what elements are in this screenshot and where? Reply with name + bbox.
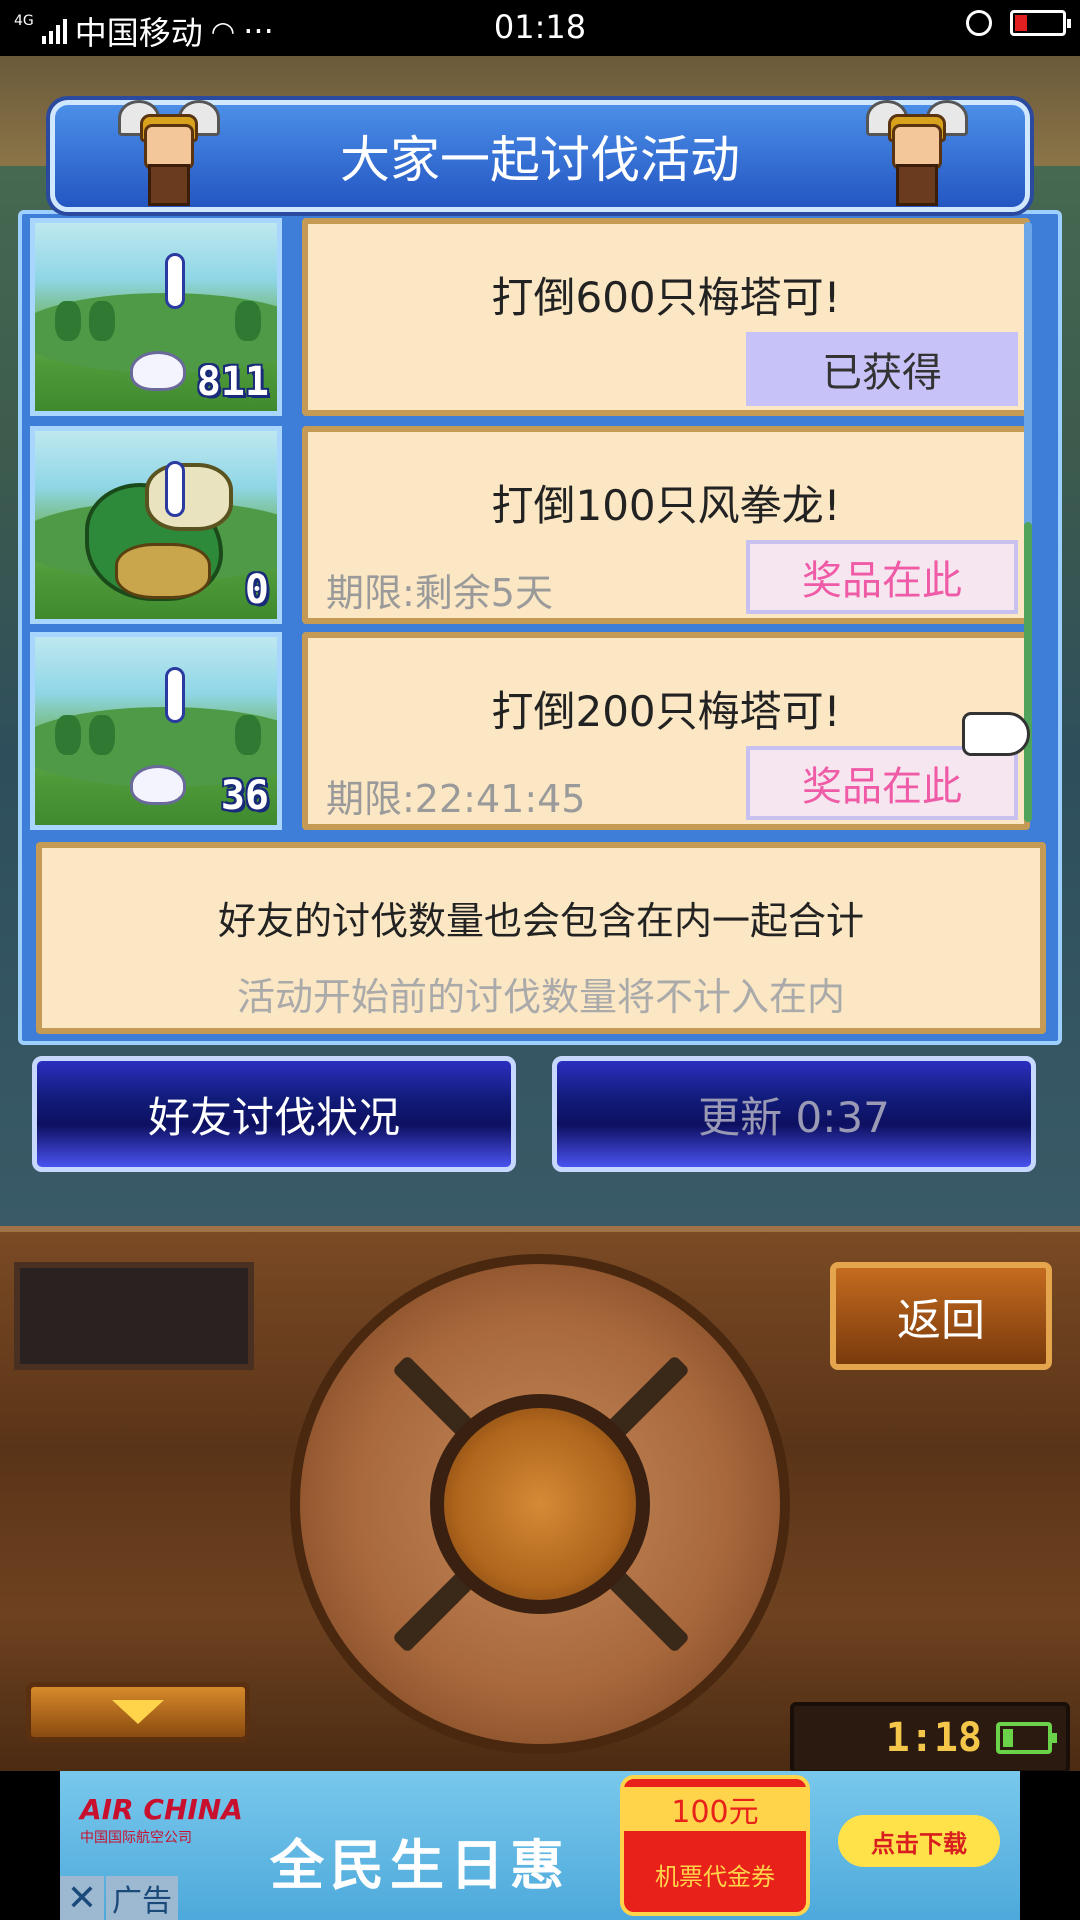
dragon-icon bbox=[75, 443, 235, 613]
friend-status-button[interactable]: 好友讨伐状况 bbox=[32, 1056, 516, 1172]
refresh-button[interactable]: 更新 0:37 bbox=[552, 1056, 1036, 1172]
claim-reward-button[interactable]: 奖品在此 bbox=[746, 540, 1018, 614]
clock-time: 1:18 bbox=[885, 1715, 982, 1761]
rabbit-icon bbox=[130, 351, 186, 391]
ad-tag: 广告 bbox=[106, 1876, 178, 1920]
note-sub-text: 活动开始前的讨伐数量将不计入在内 bbox=[236, 975, 845, 1019]
battery-icon bbox=[996, 1722, 1057, 1754]
pointing-hand-icon bbox=[962, 712, 1030, 756]
mission-card: 打倒600只梅塔可! 已获得 bbox=[302, 218, 1030, 416]
dialog-title-text: 大家一起讨伐活动 bbox=[340, 131, 740, 189]
scrollbar-thumb[interactable] bbox=[1024, 522, 1032, 822]
ad-banner[interactable]: AIR CHINA 中国国际航空公司 全民生日惠 100元 机票代金券 点击下载… bbox=[60, 1771, 1020, 1920]
ad-brand-cn: 中国国际航空公司 bbox=[80, 1830, 192, 1846]
exclamation-icon bbox=[165, 667, 185, 723]
ad-coupon-amount: 100元 bbox=[624, 1787, 806, 1831]
ad-slogan: 全民生日惠 bbox=[270, 1834, 570, 1897]
battery-icon bbox=[1010, 10, 1071, 36]
mission-deadline: 期限:22:41:45 bbox=[326, 777, 586, 821]
kill-count: 811 bbox=[196, 359, 269, 405]
status-right bbox=[966, 10, 1071, 36]
dpad-center-button[interactable] bbox=[430, 1394, 650, 1614]
controller-panel: 返回 1:18 bbox=[0, 1226, 1080, 1777]
mission-card: 打倒200只梅塔可! 期限:22:41:45 奖品在此 bbox=[302, 632, 1030, 830]
kill-count: 0 bbox=[244, 567, 269, 613]
monster-thumbnail: 811 bbox=[30, 218, 282, 416]
status-bar: 4G 中国移动 ◠ ··· 01:18 bbox=[0, 0, 1080, 56]
mission-text: 打倒200只梅塔可! bbox=[491, 687, 841, 736]
ad-coupon-text: 机票代金券 bbox=[655, 1863, 775, 1891]
ad-container: AIR CHINA 中国国际航空公司 全民生日惠 100元 机票代金券 点击下载… bbox=[0, 1771, 1080, 1920]
controller-screen bbox=[14, 1262, 254, 1370]
mascot-right-icon bbox=[866, 96, 968, 206]
game-clock: 1:18 bbox=[790, 1702, 1070, 1774]
claim-reward-button[interactable]: 奖品在此 bbox=[746, 746, 1018, 820]
ad-download-button[interactable]: 点击下载 bbox=[838, 1815, 1000, 1867]
mission-row: 811 打倒600只梅塔可! 已获得 bbox=[30, 218, 1030, 418]
back-button[interactable]: 返回 bbox=[830, 1262, 1052, 1370]
monster-thumbnail: 0 bbox=[30, 426, 282, 624]
mission-deadline: 期限:剩余5天 bbox=[326, 571, 553, 615]
alarm-icon bbox=[966, 10, 992, 36]
mission-card: 打倒100只风拳龙! 期限:剩余5天 奖品在此 bbox=[302, 426, 1030, 624]
mission-list[interactable]: 811 打倒600只梅塔可! 已获得 0 打倒100只风拳龙! 期限:剩余5天 … bbox=[30, 218, 1030, 832]
kill-count: 36 bbox=[220, 773, 269, 819]
ad-brand: AIR CHINA bbox=[80, 1793, 243, 1826]
rabbit-icon bbox=[130, 765, 186, 805]
exclamation-icon bbox=[165, 461, 185, 517]
menu-toggle-button[interactable] bbox=[26, 1682, 250, 1742]
ad-close-icon[interactable]: ✕ bbox=[60, 1876, 104, 1920]
ad-coupon: 100元 机票代金券 bbox=[620, 1775, 810, 1916]
mascot-left-icon bbox=[118, 96, 220, 206]
mission-row: 36 打倒200只梅塔可! 期限:22:41:45 奖品在此 bbox=[30, 632, 1030, 832]
note-main-text: 好友的讨伐数量也会包含在内一起合计 bbox=[217, 899, 864, 943]
dpad[interactable] bbox=[290, 1254, 790, 1754]
info-note: 好友的讨伐数量也会包含在内一起合计 活动开始前的讨伐数量将不计入在内 bbox=[36, 842, 1046, 1034]
mission-row: 0 打倒100只风拳龙! 期限:剩余5天 奖品在此 bbox=[30, 426, 1030, 626]
reward-claimed-button[interactable]: 已获得 bbox=[746, 332, 1018, 406]
exclamation-icon bbox=[165, 253, 185, 309]
monster-thumbnail: 36 bbox=[30, 632, 282, 830]
status-time: 01:18 bbox=[493, 8, 587, 46]
mission-text: 打倒100只风拳龙! bbox=[491, 481, 841, 530]
mission-text: 打倒600只梅塔可! bbox=[491, 273, 841, 322]
down-arrow-icon bbox=[112, 1700, 164, 1724]
